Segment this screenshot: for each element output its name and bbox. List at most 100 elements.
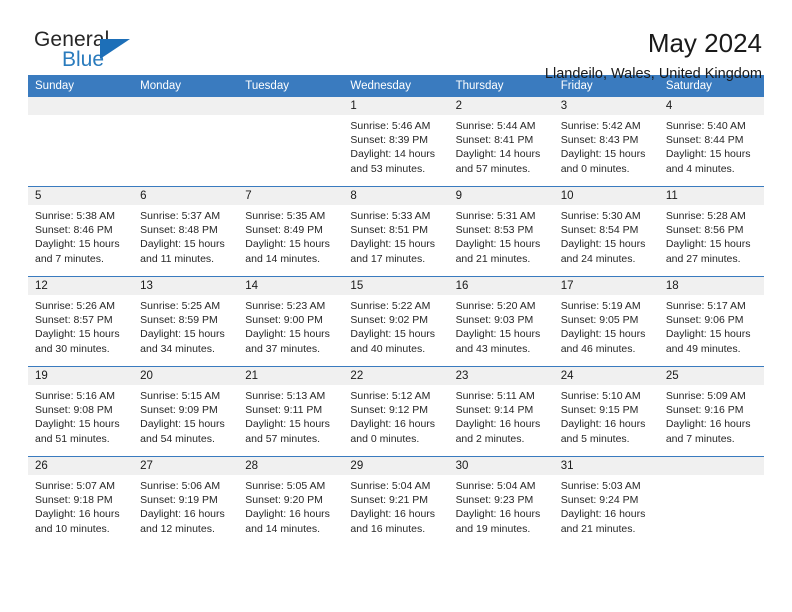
day-details: Sunrise: 5:10 AM Sunset: 9:15 PM Daylight:… (554, 385, 659, 446)
daylight-duration: Daylight: 15 hours and 54 minutes. (140, 418, 225, 445)
calendar-day-cell[interactable]: 22 Sunrise: 5:12 AM Sunset: 9:12 PM Dayligh… (343, 366, 449, 457)
calendar-day-cell[interactable]: 31 Sunrise: 5:03 AM Sunset: 9:24 PM Dayligh… (553, 456, 659, 546)
weekday-header-monday: Monday (133, 75, 239, 97)
calendar-week-row: 19 Sunrise: 5:16 AM Sunset: 9:08 PM Dayligh… (28, 366, 764, 457)
calendar-day-cell[interactable]: 9 Sunrise: 5:31 AM Sunset: 8:53 PM Daylight… (448, 186, 554, 277)
day-number: 4 (658, 97, 764, 115)
sunrise-time: Sunrise: 5:19 AM (560, 300, 641, 312)
calendar-day-cell[interactable]: 17 Sunrise: 5:19 AM Sunset: 9:05 PM Dayligh… (553, 276, 659, 367)
calendar-day-cell[interactable]: 11 Sunrise: 5:28 AM Sunset: 8:56 PM Dayligh… (658, 186, 764, 277)
calendar-day-cell[interactable]: 28 Sunrise: 5:05 AM Sunset: 9:20 PM Dayligh… (238, 456, 344, 546)
sunrise-time: Sunrise: 5:09 AM (665, 390, 746, 402)
daylight-duration: Daylight: 15 hours and 14 minutes. (245, 238, 330, 265)
calendar-day-cell[interactable]: 2 Sunrise: 5:44 AM Sunset: 8:41 PM Daylight… (448, 97, 554, 187)
day-number (238, 97, 344, 115)
sunset-time: Sunset: 9:20 PM (245, 494, 323, 507)
daylight-duration: Daylight: 15 hours and 7 minutes. (35, 238, 120, 265)
calendar-day-cell[interactable]: 15 Sunrise: 5:22 AM Sunset: 9:02 PM Dayligh… (343, 276, 449, 367)
calendar-day-cell[interactable]: 5 Sunrise: 5:38 AM Sunset: 8:46 PM Daylight… (28, 186, 134, 277)
sunset-time: Sunset: 9:03 PM (455, 314, 534, 327)
day-details: Sunrise: 5:23 AM Sunset: 9:00 PM Daylight:… (238, 295, 343, 356)
day-details: Sunrise: 5:40 AM Sunset: 8:44 PM Daylight:… (659, 115, 764, 176)
calendar-day-cell[interactable]: 10 Sunrise: 5:30 AM Sunset: 8:54 PM Dayligh… (553, 186, 659, 277)
calendar-day-cell[interactable]: 23 Sunrise: 5:11 AM Sunset: 9:14 PM Dayligh… (448, 366, 554, 457)
daylight-duration: Daylight: 16 hours and 19 minutes. (455, 508, 541, 535)
calendar-day-cell[interactable]: 21 Sunrise: 5:13 AM Sunset: 9:11 PM Dayligh… (238, 366, 344, 457)
day-details: Sunrise: 5:25 AM Sunset: 8:59 PM Daylight:… (133, 295, 238, 356)
day-details: Sunrise: 5:31 AM Sunset: 8:53 PM Daylight:… (449, 205, 554, 266)
calendar-day-cell[interactable]: 26 Sunrise: 5:07 AM Sunset: 9:18 PM Dayligh… (28, 456, 134, 546)
sunrise-time: Sunrise: 5:15 AM (140, 390, 221, 402)
day-number: 5 (28, 187, 134, 205)
daylight-duration: Daylight: 15 hours and 49 minutes. (665, 328, 751, 355)
sunrise-time: Sunrise: 5:12 AM (350, 390, 431, 402)
day-details: Sunrise: 5:04 AM Sunset: 9:21 PM Daylight:… (343, 475, 448, 536)
day-number: 18 (658, 277, 764, 295)
day-number: 19 (28, 367, 134, 385)
day-number: 17 (553, 277, 659, 295)
calendar-day-cell[interactable]: 19 Sunrise: 5:16 AM Sunset: 9:08 PM Dayligh… (28, 366, 134, 457)
calendar-day-cell[interactable]: 27 Sunrise: 5:06 AM Sunset: 9:19 PM Dayligh… (133, 456, 239, 546)
day-details: Sunrise: 5:30 AM Sunset: 8:54 PM Daylight:… (554, 205, 659, 266)
daylight-duration: Daylight: 16 hours and 21 minutes. (560, 508, 646, 535)
day-number (658, 457, 764, 475)
day-details: Sunrise: 5:13 AM Sunset: 9:11 PM Daylight:… (238, 385, 343, 446)
sunrise-time: Sunrise: 5:22 AM (350, 300, 431, 312)
daylight-duration: Daylight: 15 hours and 51 minutes. (35, 418, 120, 445)
day-number: 25 (658, 367, 764, 385)
daylight-duration: Daylight: 15 hours and 17 minutes. (350, 238, 436, 265)
day-details: Sunrise: 5:07 AM Sunset: 9:18 PM Daylight:… (28, 475, 133, 536)
sunset-time: Sunset: 8:51 PM (350, 224, 429, 237)
day-number: 3 (553, 97, 659, 115)
calendar-day-cell[interactable]: 7 Sunrise: 5:35 AM Sunset: 8:49 PM Daylight… (238, 186, 344, 277)
day-number: 16 (448, 277, 554, 295)
day-details: Sunrise: 5:16 AM Sunset: 9:08 PM Daylight:… (28, 385, 133, 446)
calendar-day-cell[interactable]: 3 Sunrise: 5:42 AM Sunset: 8:43 PM Daylight… (553, 97, 659, 187)
day-number: 9 (448, 187, 554, 205)
calendar-day-cell[interactable]: 24 Sunrise: 5:10 AM Sunset: 9:15 PM Dayligh… (553, 366, 659, 457)
daylight-duration: Daylight: 15 hours and 30 minutes. (35, 328, 120, 355)
daylight-duration: Daylight: 16 hours and 14 minutes. (245, 508, 330, 535)
brand-logo[interactable]: General Blue (28, 28, 146, 74)
calendar-day-cell[interactable]: 8 Sunrise: 5:33 AM Sunset: 8:51 PM Daylight… (343, 186, 449, 277)
sunset-time: Sunset: 9:02 PM (350, 314, 429, 327)
daylight-duration: Daylight: 16 hours and 0 minutes. (350, 418, 436, 445)
daylight-duration: Daylight: 15 hours and 27 minutes. (665, 238, 751, 265)
sunrise-time: Sunrise: 5:23 AM (245, 300, 326, 312)
calendar-day-cell[interactable]: 20 Sunrise: 5:15 AM Sunset: 9:09 PM Dayligh… (133, 366, 239, 457)
sunset-time: Sunset: 8:56 PM (665, 224, 744, 237)
calendar-day-cell[interactable]: 6 Sunrise: 5:37 AM Sunset: 8:48 PM Daylight… (133, 186, 239, 277)
sunset-time: Sunset: 8:48 PM (140, 224, 218, 237)
sunset-time: Sunset: 8:49 PM (245, 224, 323, 237)
sunrise-time: Sunrise: 5:40 AM (665, 120, 746, 132)
calendar-day-cell[interactable]: 4 Sunrise: 5:40 AM Sunset: 8:44 PM Daylight… (658, 97, 764, 187)
day-number: 6 (133, 187, 239, 205)
title-block: May 2024 Llandeilo, Wales, United Kingdo… (545, 28, 764, 84)
calendar-day-cell[interactable]: 30 Sunrise: 5:04 AM Sunset: 9:23 PM Dayligh… (448, 456, 554, 546)
day-details: Sunrise: 5:04 AM Sunset: 9:23 PM Daylight:… (449, 475, 554, 536)
sunrise-time: Sunrise: 5:04 AM (455, 480, 536, 492)
day-number: 22 (343, 367, 449, 385)
sunrise-time: Sunrise: 5:25 AM (140, 300, 221, 312)
calendar-day-cell[interactable]: 14 Sunrise: 5:23 AM Sunset: 9:00 PM Dayligh… (238, 276, 344, 367)
calendar-day-cell[interactable]: 16 Sunrise: 5:20 AM Sunset: 9:03 PM Dayligh… (448, 276, 554, 367)
sunset-time: Sunset: 9:08 PM (35, 404, 113, 417)
triangle-icon (100, 39, 130, 59)
daylight-duration: Daylight: 16 hours and 7 minutes. (665, 418, 751, 445)
daylight-duration: Daylight: 15 hours and 37 minutes. (245, 328, 330, 355)
calendar-day-cell[interactable]: 12 Sunrise: 5:26 AM Sunset: 8:57 PM Dayligh… (28, 276, 134, 367)
sunset-time: Sunset: 8:54 PM (560, 224, 639, 237)
calendar-day-cell[interactable]: 13 Sunrise: 5:25 AM Sunset: 8:59 PM Dayligh… (133, 276, 239, 367)
day-number: 29 (343, 457, 449, 475)
daylight-duration: Daylight: 15 hours and 4 minutes. (665, 148, 751, 175)
calendar-day-cell[interactable]: 29 Sunrise: 5:04 AM Sunset: 9:21 PM Dayligh… (343, 456, 449, 546)
calendar-day-cell[interactable]: 25 Sunrise: 5:09 AM Sunset: 9:16 PM Dayligh… (658, 366, 764, 457)
day-details: Sunrise: 5:19 AM Sunset: 9:05 PM Daylight:… (554, 295, 659, 356)
calendar-day-cell[interactable]: 1 Sunrise: 5:46 AM Sunset: 8:39 PM Daylight… (343, 97, 449, 187)
daylight-duration: Daylight: 16 hours and 16 minutes. (350, 508, 436, 535)
day-number: 23 (448, 367, 554, 385)
sunset-time: Sunset: 9:11 PM (245, 404, 323, 417)
page-title: May 2024 (647, 28, 762, 58)
calendar-day-cell[interactable]: 18 Sunrise: 5:17 AM Sunset: 9:06 PM Dayligh… (658, 276, 764, 367)
weekday-header-wednesday: Wednesday (343, 75, 449, 97)
